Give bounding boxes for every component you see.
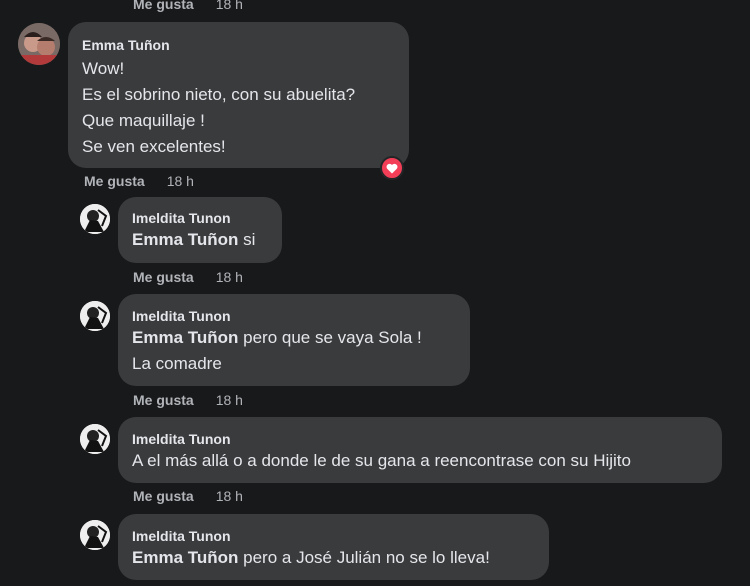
comment-line: Se ven excelentes!: [82, 137, 226, 156]
comment-meta: Me gusta 18 h: [133, 392, 243, 408]
comment-line: Emma Tuñon pero que se vaya Sola !: [132, 328, 422, 347]
avatar[interactable]: [80, 301, 110, 331]
like-button[interactable]: Me gusta: [133, 392, 194, 408]
comment-meta: Me gusta 18 h: [84, 173, 194, 189]
comment-line: Es el sobrino nieto, con su abuelita?: [82, 85, 356, 104]
timestamp: 18 h: [215, 488, 243, 504]
avatar[interactable]: [18, 23, 60, 65]
like-button[interactable]: Me gusta: [133, 269, 194, 285]
comment-line: Wow!: [82, 59, 125, 78]
comment-bubble: Imeldita Tunon Emma Tuñon pero a José Ju…: [118, 514, 549, 580]
comment-meta: Me gusta 18 h: [133, 488, 243, 504]
comment-author[interactable]: Imeldita Tunon: [132, 209, 268, 227]
timestamp: 18 h: [215, 0, 243, 12]
comment-meta-top: Me gusta 18 h: [133, 0, 243, 12]
timestamp: 18 h: [215, 269, 243, 285]
comment-author[interactable]: Imeldita Tunon: [132, 307, 456, 325]
like-button[interactable]: Me gusta: [133, 488, 194, 504]
comment-author[interactable]: Emma Tuñon: [82, 36, 395, 54]
comment-author[interactable]: Imeldita Tunon: [132, 527, 535, 545]
timestamp: 18 h: [166, 173, 194, 189]
avatar[interactable]: [80, 204, 110, 234]
heart-icon[interactable]: [380, 156, 404, 180]
comment-line: Emma Tuñon si: [132, 230, 256, 249]
mention-link[interactable]: Emma Tuñon: [132, 548, 238, 567]
comment-line: A el más allá o a donde le de su gana a …: [132, 451, 631, 470]
timestamp: 18 h: [215, 392, 243, 408]
mention-link[interactable]: Emma Tuñon: [132, 328, 238, 347]
avatar[interactable]: [80, 424, 110, 454]
comment-bubble: Imeldita Tunon A el más allá o a donde l…: [118, 417, 722, 483]
mention-link[interactable]: Emma Tuñon: [132, 230, 238, 249]
comment-line: Emma Tuñon pero a José Julián no se lo l…: [132, 548, 490, 567]
like-button[interactable]: Me gusta: [84, 173, 145, 189]
avatar[interactable]: [80, 520, 110, 550]
comment-bubble: Imeldita Tunon Emma Tuñon si: [118, 197, 282, 263]
comment-author[interactable]: Imeldita Tunon: [132, 430, 708, 448]
comment-line: La comadre: [132, 354, 222, 373]
comment-bubble: Imeldita Tunon Emma Tuñon pero que se va…: [118, 294, 470, 386]
comment-meta: Me gusta 18 h: [133, 269, 243, 285]
comment-line: Que maquillaje !: [82, 111, 205, 130]
like-button[interactable]: Me gusta: [133, 0, 194, 12]
comment-bubble: Emma Tuñon Wow! Es el sobrino nieto, con…: [68, 22, 409, 168]
